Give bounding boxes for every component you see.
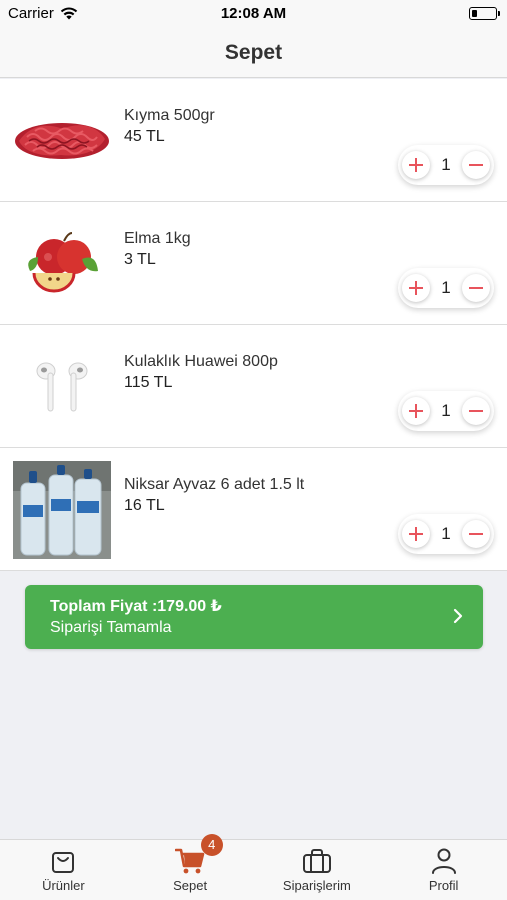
- quantity-value: 1: [441, 155, 451, 174]
- total-price: Toplam Fiyat :179.00 ₺: [50, 598, 222, 615]
- quantity-value: 1: [441, 401, 451, 420]
- quantity-stepper: 1: [398, 514, 494, 554]
- increase-button[interactable]: [402, 151, 430, 179]
- chevron-right-icon: [453, 608, 463, 624]
- tab-products[interactable]: Ürünler: [0, 840, 127, 900]
- person-icon: [431, 848, 456, 874]
- tab-cart[interactable]: 4 Sepet: [127, 834, 254, 900]
- cart-item: Elma 1kg 3 TL 1: [0, 202, 507, 325]
- briefcase-icon: [302, 849, 331, 873]
- decrease-button[interactable]: [462, 274, 490, 302]
- quantity-stepper: 1: [398, 145, 494, 185]
- minus-icon: [469, 287, 483, 289]
- product-image-minced-meat: [13, 92, 111, 190]
- product-name: Kulaklık Huawei 800p: [124, 353, 278, 370]
- cart-list: Kıyma 500gr 45 TL 1 Elma 1kg 3 TL 1 Kula…: [0, 79, 507, 571]
- quantity-stepper: 1: [398, 391, 494, 431]
- cart-item: Kıyma 500gr 45 TL 1: [0, 79, 507, 202]
- tab-profile[interactable]: Profil: [380, 840, 507, 900]
- cart-item: Niksar Ayvaz 6 adet 1.5 lt 16 TL 1: [0, 448, 507, 571]
- product-image-apples: [13, 215, 111, 313]
- plus-icon: [409, 404, 423, 418]
- tab-label: Profil: [428, 878, 459, 893]
- bag-icon: [52, 852, 75, 873]
- clock: 12:08 AM: [220, 5, 287, 22]
- product-name: Kıyma 500gr: [124, 107, 215, 124]
- page-title: Sepet: [224, 41, 283, 64]
- tab-label: Siparişlerim: [282, 878, 351, 893]
- nav-header: Sepet: [0, 28, 507, 78]
- decrease-button[interactable]: [462, 397, 490, 425]
- product-name: Elma 1kg: [124, 230, 191, 247]
- product-price: 115 TL: [124, 374, 173, 391]
- product-image-water-bottles: [13, 461, 111, 559]
- cart-icon: [175, 848, 205, 874]
- minus-icon: [469, 533, 483, 535]
- increase-button[interactable]: [402, 274, 430, 302]
- quantity-stepper: 1: [398, 268, 494, 308]
- plus-icon: [409, 281, 423, 295]
- product-image-earbuds: [13, 338, 111, 436]
- complete-order-button[interactable]: Toplam Fiyat :179.00 ₺ Siparişi Tamamla: [25, 585, 483, 649]
- complete-order-label: Siparişi Tamamla: [50, 619, 172, 636]
- product-price: 45 TL: [124, 128, 165, 145]
- decrease-button[interactable]: [462, 151, 490, 179]
- quantity-value: 1: [441, 524, 451, 543]
- cart-count-badge: 4: [200, 834, 223, 856]
- product-price: 16 TL: [124, 497, 165, 514]
- tab-label: Sepet: [173, 878, 208, 893]
- battery-icon: [469, 7, 500, 20]
- plus-icon: [409, 527, 423, 541]
- product-name: Niksar Ayvaz 6 adet 1.5 lt: [124, 476, 305, 493]
- product-price: 3 TL: [124, 251, 156, 268]
- plus-icon: [409, 158, 423, 172]
- status-bar: Carrier 12:08 AM: [0, 0, 507, 28]
- decrease-button[interactable]: [462, 520, 490, 548]
- tab-bar: Ürünler 4 Sepet Siparişlerim Profil: [0, 834, 507, 900]
- increase-button[interactable]: [402, 520, 430, 548]
- cart-item: Kulaklık Huawei 800p 115 TL 1: [0, 325, 507, 448]
- tab-label: Ürünler: [42, 878, 85, 893]
- quantity-value: 1: [441, 278, 451, 297]
- minus-icon: [469, 164, 483, 166]
- tab-orders[interactable]: Siparişlerim: [254, 840, 381, 900]
- minus-icon: [469, 410, 483, 412]
- increase-button[interactable]: [402, 397, 430, 425]
